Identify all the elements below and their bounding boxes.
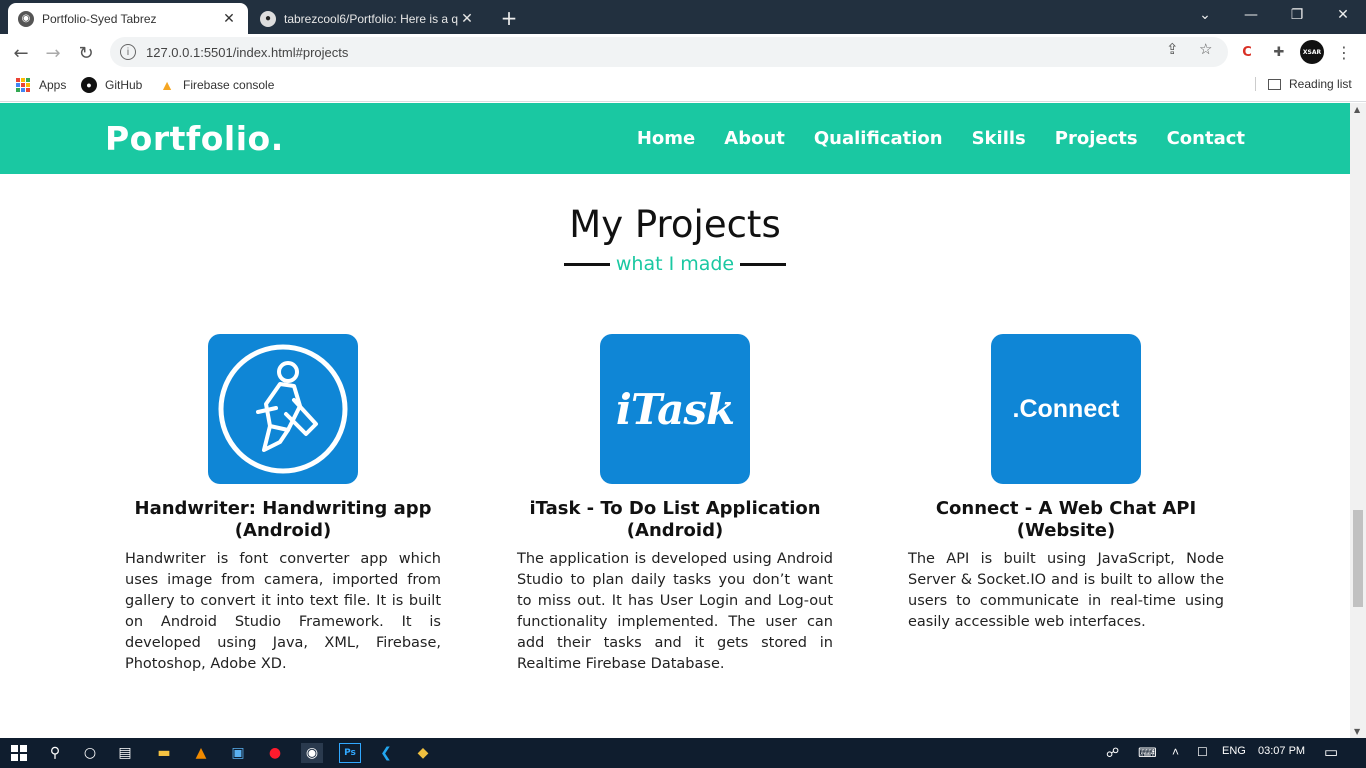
bookmark-github[interactable]: ● GitHub [81, 77, 142, 93]
site-nav: Home About Qualification Skills Projects… [637, 128, 1245, 149]
connect-icon[interactable]: .Connect [991, 334, 1141, 484]
project-title: iTask - To Do List Application (Android) [529, 498, 821, 541]
address-bar[interactable]: i 127.0.0.1:5501/index.html#projects [110, 37, 1228, 67]
extensions-puzzle-icon[interactable]: ✚ [1269, 42, 1289, 62]
menu-kebab-icon[interactable]: ⋮ [1334, 42, 1354, 62]
reading-list-icon [1268, 78, 1281, 90]
tray-chevron-icon[interactable]: ˄ [1172, 745, 1179, 759]
task-view-icon[interactable]: ▤ [114, 743, 136, 763]
notifications-icon[interactable]: ▭ [1324, 743, 1338, 761]
bookmark-apps[interactable]: Apps [15, 77, 66, 93]
close-tab-icon[interactable]: ✕ [220, 10, 238, 27]
clock[interactable]: 03:07 PM [1258, 745, 1305, 757]
section-title: My Projects [569, 203, 781, 246]
forward-icon[interactable]: → [40, 40, 66, 66]
tab-portfolio[interactable]: ◉ Portfolio-Syed Tabrez ✕ [8, 3, 248, 34]
close-window-button[interactable]: ✕ [1320, 0, 1366, 30]
opera-icon[interactable]: ● [264, 743, 286, 763]
nav-skills[interactable]: Skills [972, 128, 1026, 149]
bookmark-firebase[interactable]: ▲ Firebase console [159, 77, 274, 93]
language-indicator[interactable]: ENG [1222, 745, 1246, 757]
tab-github[interactable]: ● tabrezcool6/Portfolio: Here is a q ✕ [250, 3, 486, 34]
site-logo[interactable]: Portfolio. [105, 119, 284, 158]
git-app-icon[interactable]: ◆ [412, 743, 434, 763]
divider-left [563, 262, 610, 266]
keyboard-icon[interactable]: ⌨ [1138, 745, 1157, 761]
people-icon[interactable]: ☍ [1106, 745, 1119, 761]
nav-contact[interactable]: Contact [1167, 128, 1245, 149]
page-scrollbar[interactable]: ▲ ▼ [1350, 103, 1366, 738]
reload-icon[interactable]: ↻ [73, 40, 99, 66]
divider-right [740, 262, 787, 266]
nav-projects[interactable]: Projects [1055, 128, 1138, 149]
github-icon: ● [81, 77, 97, 93]
bookmark-label: Firebase console [183, 78, 275, 92]
project-title: Handwriter: Handwriting app (Android) [134, 498, 432, 541]
back-icon[interactable]: ← [8, 40, 34, 66]
handwriter-icon[interactable] [208, 334, 358, 484]
bookmark-star-icon[interactable]: ☆ [1199, 40, 1212, 58]
project-card: Handwriter: Handwriting app (Android) Ha… [125, 334, 441, 675]
vscode-icon[interactable]: ❮ [375, 743, 397, 763]
bookmarks-bar: Apps ● GitHub ▲ Firebase console Reading… [0, 70, 1366, 102]
search-icon[interactable]: ⚲ [44, 743, 66, 763]
project-description: The API is built using JavaScript, Node … [908, 551, 1224, 630]
page-viewport: Portfolio. Home About Qualification Skil… [0, 103, 1350, 738]
minimize-button[interactable]: — [1228, 0, 1274, 30]
windows-taskbar: ⚲ ○ ▤ ▬ ▲ ▣ ● ◉ Ps ❮ ◆ ☍ ⌨ ˄ ☐ ENG 03:07… [0, 738, 1366, 768]
chrome-icon[interactable]: ◉ [301, 743, 323, 763]
nav-about[interactable]: About [724, 128, 785, 149]
nav-home[interactable]: Home [637, 128, 695, 149]
itask-icon[interactable]: iTask [600, 334, 750, 484]
bookmark-label: Apps [39, 78, 67, 92]
scroll-thumb[interactable] [1353, 510, 1363, 607]
scroll-up-icon[interactable]: ▲ [1354, 105, 1360, 114]
tab-search-icon[interactable]: ⌄ [1182, 0, 1228, 30]
github-icon: ● [260, 10, 276, 27]
project-description: The application is developed using Andro… [517, 551, 833, 672]
extension-c-icon[interactable]: C [1237, 42, 1257, 62]
connect-logo-text: .Connect [1012, 394, 1120, 423]
cortana-icon[interactable]: ○ [79, 743, 101, 763]
url-text: 127.0.0.1:5501/index.html#projects [146, 44, 349, 60]
network-icon[interactable]: ☐ [1197, 745, 1208, 759]
file-explorer-icon[interactable]: ▬ [153, 743, 175, 763]
vlc-icon[interactable]: ▲ [190, 743, 212, 763]
globe-icon: ◉ [18, 10, 34, 27]
project-card: iTask iTask - To Do List Application (An… [517, 334, 833, 675]
scroll-down-icon[interactable]: ▼ [1354, 727, 1360, 736]
browser-tab-bar: ◉ Portfolio-Syed Tabrez ✕ ● tabrezcool6/… [0, 0, 1366, 34]
new-tab-button[interactable]: + [498, 6, 520, 30]
photoshop-icon[interactable]: Ps [339, 743, 361, 763]
subtitle-text: what I made [615, 253, 735, 275]
reading-list-button[interactable]: Reading list [1255, 77, 1352, 91]
site-info-icon[interactable]: i [120, 44, 136, 60]
itask-logo-text: iTask [615, 384, 735, 434]
profile-avatar[interactable]: XSAR [1300, 40, 1324, 64]
desktop-app-icon[interactable]: ▣ [227, 743, 249, 763]
nav-qualification[interactable]: Qualification [814, 128, 943, 149]
apps-grid-icon [15, 77, 31, 93]
browser-toolbar: ← → ↻ i 127.0.0.1:5501/index.html#projec… [0, 34, 1366, 70]
site-header: Portfolio. Home About Qualification Skil… [0, 103, 1350, 174]
project-title: Connect - A Web Chat API (Website) [935, 498, 1197, 541]
firebase-icon: ▲ [160, 77, 174, 93]
share-icon[interactable]: ⇪ [1166, 40, 1179, 58]
project-description: Handwriter is font converter app which u… [125, 551, 441, 672]
tab-title: Portfolio-Syed Tabrez [42, 11, 157, 26]
windows-start-icon[interactable] [8, 743, 30, 763]
section-subtitle: what I made [0, 253, 1350, 275]
bookmark-label: GitHub [105, 78, 143, 92]
project-card: .Connect Connect - A Web Chat API (Websi… [908, 334, 1224, 633]
close-tab-icon[interactable]: ✕ [458, 10, 476, 27]
tab-title: tabrezcool6/Portfolio: Here is a q [284, 11, 458, 26]
restore-button[interactable]: ❐ [1274, 0, 1320, 30]
reading-list-label: Reading list [1289, 77, 1352, 91]
